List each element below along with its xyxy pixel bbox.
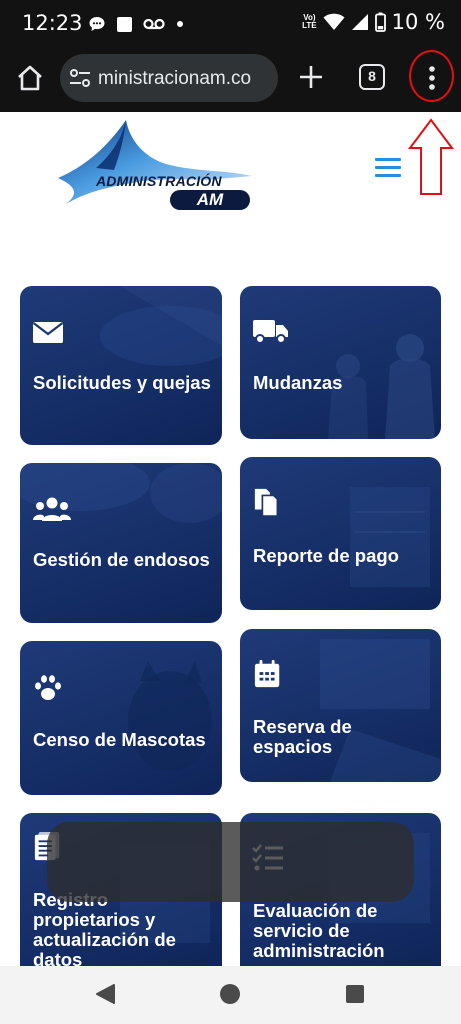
card-background-image (350, 487, 430, 587)
wifi-icon (323, 13, 345, 31)
dot-icon (177, 21, 183, 27)
card-title: Reserva de espacios (253, 716, 352, 757)
back-icon[interactable] (94, 983, 116, 1005)
card-mudanzas[interactable]: Mudanzas (240, 286, 441, 439)
calendar-icon (254, 659, 280, 688)
copy-file-icon (254, 488, 279, 517)
signal-icon (351, 14, 368, 30)
status-bar: 12:23 Vo) LTE 10 % (0, 0, 461, 50)
notification-icons (88, 15, 185, 33)
annotation-arrow (408, 118, 454, 195)
logo-am-text: AM (196, 190, 224, 209)
browser-toolbar: ministracionam.co 8 (0, 50, 461, 112)
card-title: Reporte de pago (253, 545, 399, 566)
voicemail-icon (143, 18, 165, 30)
navigation-bar (0, 966, 461, 1024)
status-time: 12:23 (22, 11, 83, 35)
card-title: Gestión de endosos (33, 549, 210, 570)
logo-am-badge: AM (170, 190, 250, 210)
card-mascotas[interactable]: Censo de Mascotas (20, 641, 222, 795)
card-title: Solicitudes y quejas (33, 372, 211, 393)
truck-icon (253, 320, 288, 344)
chat-bubble-icon (89, 17, 105, 31)
logo-text: ADMINISTRACIÓN (96, 173, 222, 189)
card-title: Mudanzas (253, 372, 343, 393)
card-title: Censo de Mascotas (33, 729, 206, 750)
address-bar[interactable]: ministracionam.co (60, 54, 278, 102)
volte-bottom: LTE (302, 21, 317, 30)
card-background-image (100, 286, 222, 366)
system-icons: Vo) LTE 10 % (302, 10, 445, 34)
annotation-circle (409, 50, 454, 102)
plus-icon[interactable] (296, 62, 326, 92)
toast-overlay (47, 822, 414, 902)
logo[interactable]: ADMINISTRACIÓN AM (56, 118, 252, 214)
card-solicitudes[interactable]: Solicitudes y quejas (20, 286, 222, 445)
url-text[interactable]: ministracionam.co (98, 68, 274, 90)
recents-icon[interactable] (345, 984, 365, 1004)
battery-percentage: 10 % (391, 10, 445, 34)
card-background-image (320, 639, 441, 782)
battery-icon (374, 12, 386, 32)
card-reporte-pago[interactable]: Reporte de pago (240, 457, 441, 610)
card-background-image (20, 463, 222, 523)
card-background-image (128, 661, 212, 771)
square-notification-icon (117, 16, 132, 32)
card-reserva-espacios[interactable]: Reserva de espacios (240, 629, 441, 782)
tabs-icon[interactable]: 8 (359, 64, 385, 90)
screen: 12:23 Vo) LTE 10 % ministracionam.co 8 A… (0, 0, 461, 1024)
card-endosos[interactable]: Gestión de endosos (20, 463, 222, 623)
paw-icon (35, 675, 61, 700)
users-icon (33, 497, 71, 521)
home-icon[interactable] (14, 62, 46, 94)
hamburger-menu-icon[interactable] (375, 158, 401, 178)
volte-icon: Vo) LTE (302, 14, 317, 30)
home-circle-icon[interactable] (219, 983, 241, 1005)
card-title: Evaluación de servicio de administración (253, 900, 385, 961)
envelope-icon (32, 322, 64, 343)
card-background-image (328, 334, 435, 439)
tune-icon[interactable] (68, 66, 92, 90)
